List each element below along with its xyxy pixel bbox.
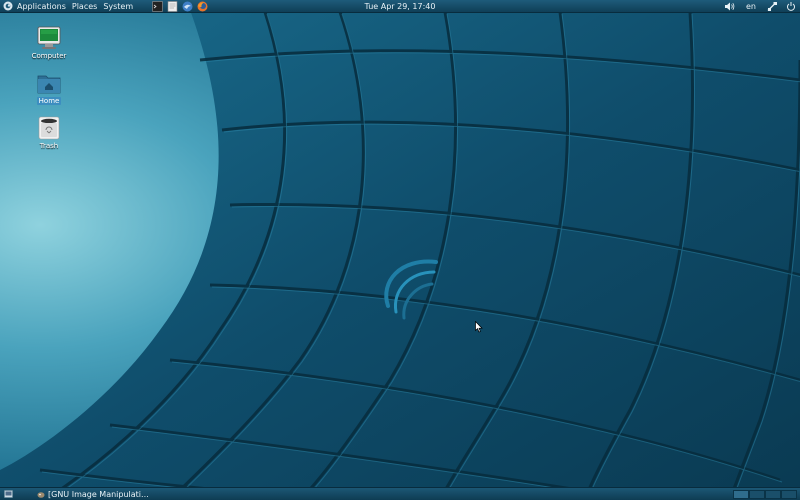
text-editor-icon[interactable]: [167, 0, 178, 12]
menu-system[interactable]: System: [100, 0, 136, 13]
desktop-icon-trash[interactable]: Trash: [29, 115, 69, 150]
keyboard-layout-indicator[interactable]: en: [743, 0, 759, 13]
clock[interactable]: Tue Apr 29, 17:40: [365, 2, 436, 11]
menu-places[interactable]: Places: [69, 0, 100, 13]
network-icon[interactable]: [767, 0, 778, 13]
workspace-2[interactable]: [749, 489, 765, 499]
workspace-4[interactable]: [781, 489, 797, 499]
workspace-1[interactable]: [733, 489, 749, 499]
speaker-icon[interactable]: [724, 0, 735, 13]
gimp-icon: [37, 491, 45, 498]
desktop-icon-label: Home: [36, 97, 62, 105]
show-desktop-icon[interactable]: [4, 490, 13, 498]
desktop-icon-label: Computer: [31, 52, 67, 60]
distro-logo-icon[interactable]: [3, 1, 13, 11]
workspace-3[interactable]: [765, 489, 781, 499]
firefox-icon[interactable]: [197, 1, 208, 12]
desktop-icon-home[interactable]: Home: [29, 70, 69, 105]
desktop-wallpaper: [0, 0, 800, 500]
thunderbird-icon[interactable]: [182, 1, 193, 12]
taskbar-button-gimp[interactable]: [GNU Image Manipulati...: [33, 489, 153, 500]
terminal-icon[interactable]: [152, 0, 163, 12]
mouse-cursor-icon: [475, 321, 483, 333]
desktop-icon-label: Trash: [39, 142, 59, 150]
power-icon[interactable]: [786, 0, 796, 13]
desktop-screen: Applications Places System Tue Apr 29, 1…: [0, 0, 800, 500]
home-folder-icon: [37, 75, 61, 94]
trash-icon: [38, 116, 60, 140]
bottom-panel: [GNU Image Manipulati...: [0, 487, 800, 500]
desktop-icon-computer[interactable]: Computer: [29, 25, 69, 60]
taskbar-button-label: [GNU Image Manipulati...: [48, 489, 149, 499]
computer-icon: [37, 26, 61, 49]
top-panel: Applications Places System Tue Apr 29, 1…: [0, 0, 800, 13]
workspace-switcher: [733, 489, 797, 499]
menu-applications[interactable]: Applications: [14, 0, 69, 13]
